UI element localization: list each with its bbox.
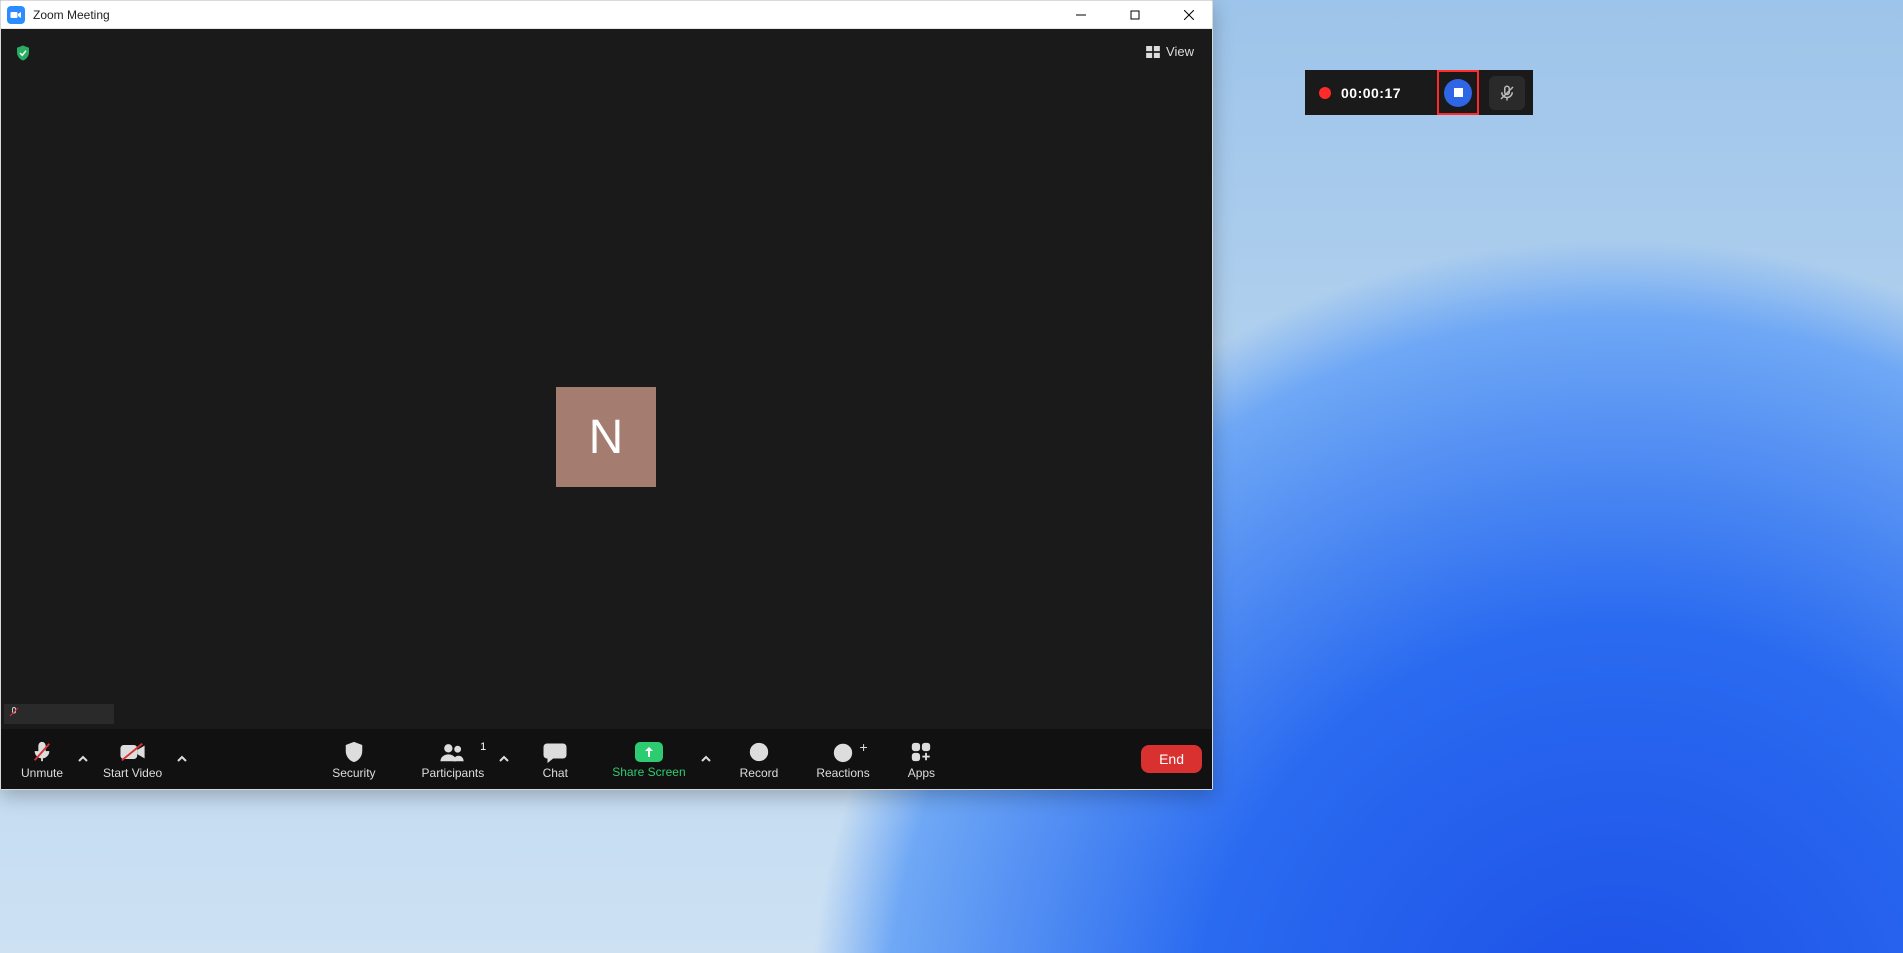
plus-icon: + bbox=[860, 739, 868, 755]
record-icon bbox=[746, 741, 772, 763]
recorder-mic-toggle[interactable] bbox=[1489, 76, 1525, 110]
share-options-caret[interactable] bbox=[696, 739, 716, 779]
chevron-up-icon bbox=[177, 754, 187, 764]
chevron-up-icon bbox=[499, 754, 509, 764]
window-title: Zoom Meeting bbox=[33, 8, 110, 22]
view-grid-icon bbox=[1146, 46, 1160, 58]
stop-recording-button[interactable] bbox=[1444, 79, 1472, 107]
audio-options-caret[interactable] bbox=[73, 739, 93, 779]
chat-icon bbox=[542, 741, 568, 763]
share-screen-icon bbox=[635, 742, 663, 762]
participants-count: 1 bbox=[480, 741, 486, 753]
self-view-tile[interactable] bbox=[4, 704, 114, 724]
share-screen-button[interactable]: Share Screen bbox=[602, 738, 695, 781]
meeting-video-area: View N Unmute bbox=[1, 29, 1212, 789]
mic-muted-icon bbox=[29, 741, 55, 763]
participants-button[interactable]: 1 Participants bbox=[412, 737, 495, 782]
meeting-toolbar: Unmute Start Video S bbox=[1, 729, 1212, 789]
encryption-shield-icon[interactable] bbox=[13, 43, 33, 63]
stop-recording-highlight bbox=[1437, 70, 1479, 115]
zoom-logo-icon bbox=[7, 6, 25, 24]
apps-button[interactable]: Apps bbox=[898, 737, 945, 782]
chevron-up-icon bbox=[701, 754, 711, 764]
avatar-initial: N bbox=[589, 410, 624, 465]
unmute-button[interactable]: Unmute bbox=[11, 737, 73, 782]
window-minimize-button[interactable] bbox=[1058, 1, 1104, 29]
stop-icon bbox=[1454, 88, 1463, 97]
recording-indicator-icon bbox=[1319, 87, 1331, 99]
camera-off-icon bbox=[120, 741, 146, 763]
mic-muted-icon bbox=[1498, 84, 1516, 102]
screen-recorder-widget: 00:00:17 bbox=[1305, 70, 1533, 115]
window-maximize-button[interactable] bbox=[1112, 1, 1158, 29]
apps-icon bbox=[908, 741, 934, 763]
chevron-up-icon bbox=[78, 754, 88, 764]
end-meeting-button[interactable]: End bbox=[1141, 745, 1202, 773]
window-titlebar[interactable]: Zoom Meeting bbox=[1, 1, 1212, 29]
reactions-icon bbox=[830, 741, 856, 763]
start-video-button[interactable]: Start Video bbox=[93, 737, 172, 782]
zoom-window: Zoom Meeting View N bbox=[0, 0, 1213, 790]
shield-icon bbox=[341, 741, 367, 763]
record-button[interactable]: Record bbox=[730, 737, 789, 782]
reactions-button[interactable]: + Reactions bbox=[806, 737, 879, 782]
view-label: View bbox=[1166, 44, 1194, 59]
self-mic-muted-icon bbox=[8, 705, 20, 724]
window-close-button[interactable] bbox=[1166, 1, 1212, 29]
view-button[interactable]: View bbox=[1140, 41, 1200, 62]
participant-avatar: N bbox=[556, 387, 656, 487]
chat-button[interactable]: Chat bbox=[532, 737, 578, 782]
recording-elapsed-time: 00:00:17 bbox=[1341, 85, 1427, 101]
video-options-caret[interactable] bbox=[172, 739, 192, 779]
security-button[interactable]: Security bbox=[322, 737, 385, 782]
participants-icon bbox=[440, 741, 466, 763]
participants-options-caret[interactable] bbox=[494, 739, 514, 779]
